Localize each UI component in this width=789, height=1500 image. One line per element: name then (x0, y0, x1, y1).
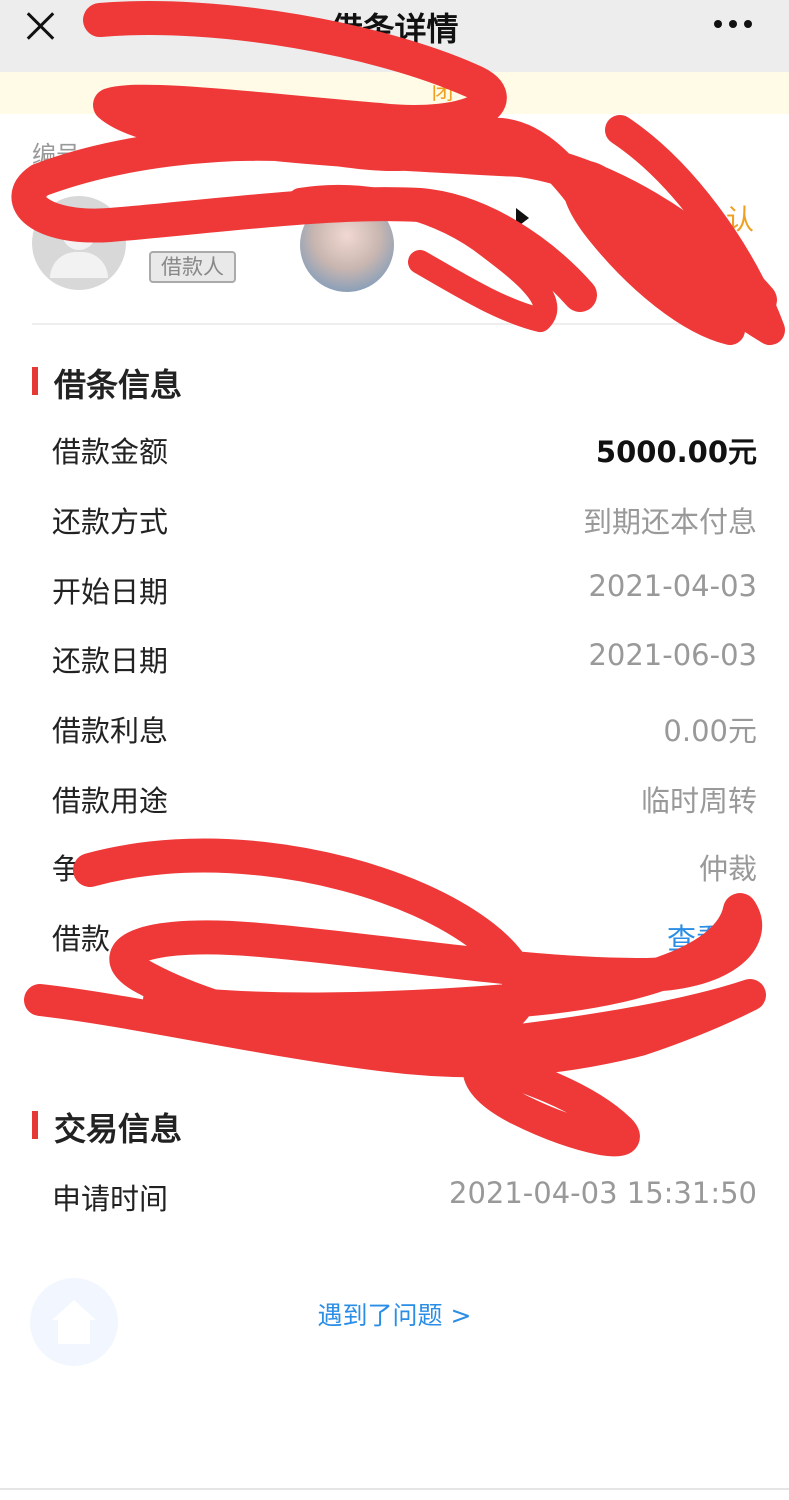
row-value: 2021-04-03 15:31:50 (449, 1176, 757, 1210)
row-dispute-resolution: 争 仲裁 (52, 846, 757, 886)
row-loan-amount: 借款金额 5000.00元 (52, 429, 757, 469)
row-purpose: 借款用途 临时周转 (52, 778, 757, 818)
notice-banner: 闭 (0, 72, 789, 114)
row-label: 开始日期 (52, 575, 169, 609)
status-text: 认 (726, 203, 755, 236)
section-bar (32, 367, 38, 395)
row-loan-agreement[interactable]: 借款 查看 (52, 916, 757, 956)
loan-info-section-title: 借条信息 (32, 360, 332, 404)
notice-text: 闭 (431, 80, 454, 105)
row-start-date: 开始日期 2021-04-03 (52, 569, 757, 609)
more-options-icon[interactable] (714, 20, 754, 30)
top-bar: 借条详情 (0, 0, 789, 72)
borrower-role-badge: 借款人 (149, 251, 236, 283)
section-bar (32, 1111, 38, 1139)
row-value: 0.00元 (663, 714, 757, 748)
trade-info-section-title: 交易信息 (32, 1104, 332, 1148)
bottom-divider (0, 1488, 789, 1490)
row-repay-method: 还款方式 到期还本付息 (52, 499, 757, 539)
row-value: 5000.00元 (595, 435, 757, 469)
page-title: 借条详情 (330, 10, 459, 48)
row-value: 仲裁 (698, 852, 757, 886)
row-label: 借款 (52, 922, 111, 956)
row-interest: 借款利息 0.00元 (52, 708, 757, 748)
row-label: 借款利息 (52, 714, 169, 748)
row-value: 临时周转 (640, 784, 757, 818)
row-label: 争 (52, 852, 82, 886)
row-value: 2021-06-03 (588, 638, 757, 672)
row-label: 借款金额 (52, 435, 169, 469)
row-label: 申请时间 (52, 1182, 169, 1216)
lender-avatar (300, 198, 394, 292)
row-label: 还款方式 (52, 505, 169, 539)
borrower-name: 刘立东 (150, 202, 235, 235)
help-link[interactable]: 遇到了问题 > (0, 1296, 789, 1332)
divider (32, 323, 757, 325)
row-repay-date: 还款日期 2021-06-03 (52, 638, 757, 678)
row-label: 还款日期 (52, 644, 169, 678)
arrow-icon (516, 208, 529, 228)
view-link[interactable]: 查看 (667, 916, 725, 958)
row-label: 借款用途 (52, 784, 169, 818)
row-apply-time: 申请时间 2021-04-03 15:31:50 (52, 1176, 757, 1216)
row-value: 2021-04-03 (588, 569, 757, 603)
borrower-avatar (32, 196, 126, 290)
iou-number: 编号：57 (32, 141, 135, 169)
row-value: 到期还本付息 (582, 505, 757, 539)
